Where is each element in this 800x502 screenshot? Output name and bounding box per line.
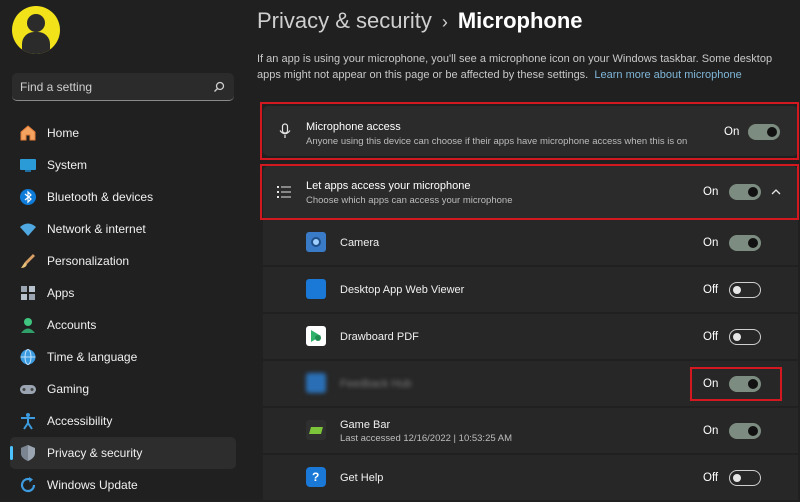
app-name: Feedback Hub bbox=[340, 378, 412, 390]
sidebar-item-label: Windows Update bbox=[47, 478, 138, 492]
app-last-accessed: Last accessed 12/16/2022 | 10:53:25 AM bbox=[340, 433, 513, 444]
game-bar-app-icon bbox=[306, 420, 326, 440]
feedback-hub-app-icon bbox=[306, 373, 326, 393]
sidebar-item-accessibility[interactable]: Accessibility bbox=[10, 405, 236, 437]
sidebar-item-accounts[interactable]: Accounts bbox=[10, 309, 236, 341]
app-row-get-help: ? Get Help Off bbox=[263, 454, 798, 500]
sidebar-item-time-language[interactable]: Time & language bbox=[10, 341, 236, 373]
sidebar-nav: Home System Bluetooth & devices Network … bbox=[10, 117, 236, 501]
app-row-drawboard-pdf: Drawboard PDF Off bbox=[263, 313, 798, 359]
highlight-box-feedback-hub-toggle bbox=[690, 367, 782, 401]
shield-icon bbox=[21, 445, 35, 461]
search-box[interactable] bbox=[12, 73, 234, 101]
get-help-app-icon: ? bbox=[306, 467, 326, 487]
desktop-app-web-viewer-toggle[interactable] bbox=[729, 282, 761, 298]
app-name: Desktop App Web Viewer bbox=[340, 284, 465, 296]
breadcrumb-separator: › bbox=[441, 12, 448, 32]
sidebar-item-label: Accounts bbox=[47, 318, 97, 332]
page-title: Privacy & security › Microphone bbox=[257, 8, 583, 34]
app-name: Drawboard PDF bbox=[340, 331, 419, 343]
sidebar-item-label: Home bbox=[47, 126, 80, 140]
highlight-box-microphone-access bbox=[260, 102, 799, 160]
breadcrumb-current: Microphone bbox=[457, 8, 583, 33]
home-icon bbox=[20, 125, 36, 141]
brush-icon bbox=[21, 254, 35, 268]
wifi-icon bbox=[20, 223, 36, 236]
app-state: On bbox=[703, 425, 719, 437]
sidebar-item-label: Apps bbox=[47, 286, 75, 300]
sidebar-item-personalization[interactable]: Personalization bbox=[10, 245, 236, 277]
app-state: On bbox=[703, 237, 719, 249]
app-name: Camera bbox=[340, 237, 380, 249]
sidebar-item-label: System bbox=[47, 158, 88, 172]
sidebar-item-label: Personalization bbox=[47, 254, 130, 268]
sidebar-item-network[interactable]: Network & internet bbox=[10, 213, 236, 245]
drawboard-pdf-toggle[interactable] bbox=[729, 329, 761, 345]
sidebar-item-system[interactable]: System bbox=[10, 149, 236, 181]
camera-app-icon bbox=[306, 232, 326, 252]
highlight-box-apps-access bbox=[260, 164, 799, 220]
app-state: Off bbox=[703, 331, 719, 343]
breadcrumb-privacy-security[interactable]: Privacy & security bbox=[257, 8, 432, 33]
sidebar-item-label: Gaming bbox=[47, 382, 90, 396]
web-viewer-app-icon bbox=[306, 279, 326, 299]
sidebar-item-gaming[interactable]: Gaming bbox=[10, 373, 236, 405]
search-icon[interactable] bbox=[213, 81, 225, 93]
gamepad-icon bbox=[20, 385, 36, 394]
app-name: Game Bar bbox=[340, 419, 391, 431]
search-input[interactable] bbox=[20, 77, 210, 97]
app-name: Get Help bbox=[340, 472, 384, 484]
system-icon bbox=[20, 159, 36, 172]
sidebar-item-label: Time & language bbox=[47, 350, 138, 364]
globe-icon bbox=[20, 349, 36, 365]
camera-toggle[interactable] bbox=[729, 235, 761, 251]
main-content: Privacy & security › Microphone If an app … bbox=[245, 0, 800, 502]
sidebar-item-label: Network & internet bbox=[47, 222, 146, 236]
apps-icon bbox=[21, 286, 35, 300]
update-icon bbox=[20, 477, 36, 493]
avatar[interactable] bbox=[12, 6, 60, 54]
get-help-toggle[interactable] bbox=[729, 470, 761, 486]
sidebar-item-label: Accessibility bbox=[47, 414, 113, 428]
sidebar-item-label: Bluetooth & devices bbox=[47, 190, 154, 204]
sidebar-item-privacy-security[interactable]: Privacy & security bbox=[10, 437, 236, 469]
avatar-head bbox=[27, 14, 45, 32]
sidebar-item-home[interactable]: Home bbox=[10, 117, 236, 149]
sidebar-item-apps[interactable]: Apps bbox=[10, 277, 236, 309]
sidebar: Home System Bluetooth & devices Network … bbox=[0, 0, 245, 502]
sidebar-item-windows-update[interactable]: Windows Update bbox=[10, 469, 236, 501]
page-description: If an app is using your microphone, you'… bbox=[257, 51, 777, 83]
drawboard-app-icon bbox=[306, 326, 326, 346]
avatar-body bbox=[22, 32, 50, 54]
accessibility-icon bbox=[21, 413, 35, 430]
game-bar-toggle[interactable] bbox=[729, 423, 761, 439]
app-row-camera: Camera On bbox=[263, 219, 798, 265]
sidebar-item-bluetooth[interactable]: Bluetooth & devices bbox=[10, 181, 236, 213]
app-state: Off bbox=[703, 472, 719, 484]
app-row-game-bar: Game Bar Last accessed 12/16/2022 | 10:5… bbox=[263, 407, 798, 453]
app-state: Off bbox=[703, 284, 719, 296]
learn-more-link[interactable]: Learn more about microphone bbox=[594, 69, 741, 81]
app-row-desktop-app-web-viewer: Desktop App Web Viewer Off bbox=[263, 266, 798, 312]
accounts-icon bbox=[21, 318, 35, 333]
sidebar-item-label: Privacy & security bbox=[47, 446, 143, 460]
bluetooth-icon bbox=[20, 189, 36, 205]
